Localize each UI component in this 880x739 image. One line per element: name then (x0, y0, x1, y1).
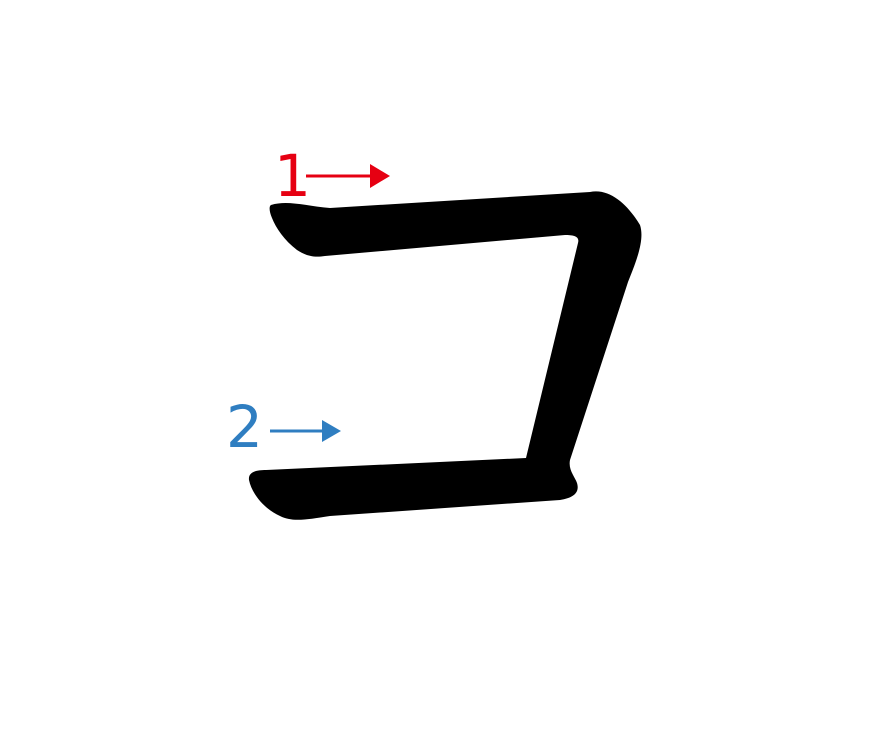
stroke-2-number: 2 (226, 393, 263, 461)
stroke-2-arrow-head-icon (322, 420, 341, 442)
katakana-glyph (248, 191, 642, 520)
stroke-1-marker: 1 (274, 142, 390, 210)
stroke-order-diagram: 1 2 (226, 142, 642, 520)
stroke-1-arrow-head-icon (370, 164, 390, 188)
stroke-2-marker: 2 (226, 393, 341, 461)
stroke-1-number: 1 (274, 142, 311, 210)
